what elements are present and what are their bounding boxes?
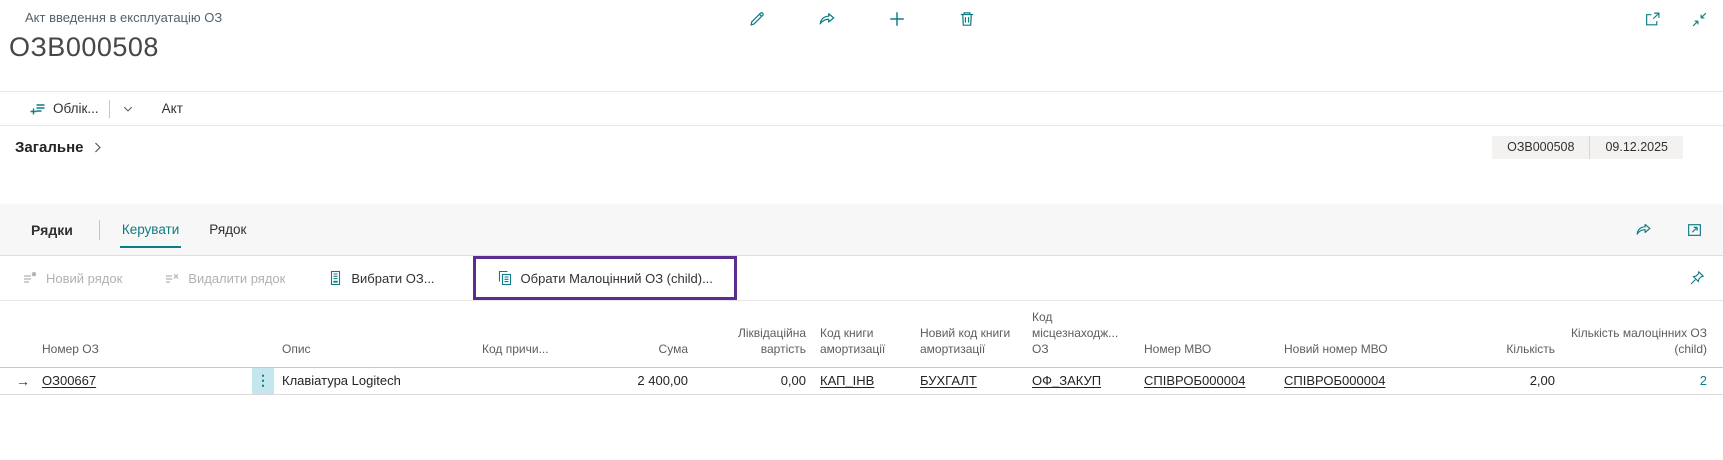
select-asset-action[interactable]: Вибрати ОЗ... xyxy=(321,256,440,300)
lines-caption[interactable]: Рядки xyxy=(25,221,79,239)
location-link[interactable]: ОФ_ЗАКУП xyxy=(1032,373,1101,388)
delete-icon xyxy=(958,10,976,28)
collapse-button[interactable] xyxy=(1689,9,1710,30)
lines-actions-bar: Новий рядок Видалити рядок Вибрати ОЗ...… xyxy=(0,256,1723,301)
expand-part-icon xyxy=(1686,221,1703,238)
col-header-description[interactable]: Опис xyxy=(282,341,482,357)
new-button[interactable] xyxy=(886,8,908,30)
col-header-child-quantity[interactable]: Кількість малоцінних ОЗ (child) xyxy=(1569,325,1707,357)
quantity-cell[interactable]: 2,00 xyxy=(1464,373,1569,388)
doc-no-field[interactable]: ОЗВ000508 xyxy=(1492,136,1589,159)
delete-button[interactable] xyxy=(956,8,978,30)
col-header-reason-code[interactable]: Код причи... xyxy=(482,341,572,357)
chevron-right-icon xyxy=(91,141,104,154)
select-asset-icon xyxy=(327,270,343,286)
post-menu-label: Облік... xyxy=(53,101,99,116)
asset-number-link[interactable]: ОЗ00667 xyxy=(42,373,96,388)
depr-book-link[interactable]: КАП_ІНВ xyxy=(820,373,874,388)
copy-document-icon xyxy=(497,270,513,286)
table-row[interactable]: → ОЗ00667 ⋮ Клавіатура Logitech 2 400,00… xyxy=(0,368,1723,395)
share-icon xyxy=(1635,221,1652,238)
select-asset-label: Вибрати ОЗ... xyxy=(351,271,434,286)
child-quantity-link[interactable]: 2 xyxy=(1700,373,1707,388)
tab-manage[interactable]: Керувати xyxy=(120,216,181,243)
edit-button[interactable] xyxy=(746,8,768,30)
general-label: Загальне xyxy=(15,139,83,156)
window-controls xyxy=(1642,9,1710,30)
delete-line-action[interactable]: Видалити рядок xyxy=(158,256,291,300)
tab-line[interactable]: Рядок xyxy=(207,216,248,243)
new-icon xyxy=(888,10,906,28)
delete-line-label: Видалити рядок xyxy=(188,271,285,286)
chevron-down-icon xyxy=(122,103,134,115)
highlighted-action-frame: Обрати Малоцінний ОЗ (child)... xyxy=(473,256,737,300)
amount-cell[interactable]: 2 400,00 xyxy=(572,373,702,388)
act-menu-button[interactable]: Акт xyxy=(156,97,189,120)
expand-part-button[interactable] xyxy=(1684,219,1705,240)
new-depr-book-link[interactable]: БУХГАЛТ xyxy=(920,373,977,388)
col-header-location[interactable]: Код місцезнаходж... ОЗ xyxy=(1032,309,1144,358)
salvage-value-cell[interactable]: 0,00 xyxy=(702,373,820,388)
new-line-icon xyxy=(22,270,38,286)
col-header-mvo-no[interactable]: Номер МВО xyxy=(1144,341,1284,357)
col-header-amount[interactable]: Сума xyxy=(572,341,702,357)
menu-separator xyxy=(109,100,110,118)
doc-date-field[interactable]: 09.12.2025 xyxy=(1589,136,1683,159)
post-menu-dropdown[interactable] xyxy=(114,99,142,119)
share-icon xyxy=(818,10,836,28)
row-more-options-button[interactable]: ⋮ xyxy=(252,368,274,394)
vertical-ellipsis-icon: ⋮ xyxy=(256,372,270,389)
delete-line-icon xyxy=(164,270,180,286)
col-header-depr-book[interactable]: Код книги амортизації xyxy=(820,325,920,357)
new-line-label: Новий рядок xyxy=(46,271,122,286)
mvo-no-link[interactable]: СПІВРОБ000004 xyxy=(1144,373,1245,388)
tab-separator xyxy=(99,220,100,240)
general-fasttab-header: Загальне ОЗВ000508 09.12.2025 xyxy=(0,126,1723,169)
page-header: Акт введення в експлуатацію ОЗ ОЗВ000508 xyxy=(0,0,1723,92)
general-summary-fields: ОЗВ000508 09.12.2025 xyxy=(1492,136,1683,159)
share-lines-button[interactable] xyxy=(1633,219,1654,240)
share-button[interactable] xyxy=(816,8,838,30)
col-header-new-depr-book[interactable]: Новий код книги амортизації xyxy=(920,325,1032,357)
edit-icon xyxy=(748,10,766,28)
active-row-arrow-icon: → xyxy=(16,373,30,389)
page-title: ОЗВ000508 xyxy=(9,32,1723,63)
lines-part-header: Рядки Керувати Рядок xyxy=(0,204,1723,256)
open-in-window-button[interactable] xyxy=(1642,9,1663,30)
col-header-quantity[interactable]: Кількість xyxy=(1464,341,1569,357)
table-header-row: Номер ОЗ Опис Код причи... Сума Ліквідац… xyxy=(0,301,1723,368)
new-line-action[interactable]: Новий рядок xyxy=(16,256,128,300)
top-toolbar xyxy=(746,8,978,30)
select-child-asset-action[interactable]: Обрати Малоцінний ОЗ (child)... xyxy=(491,269,719,287)
pin-button[interactable] xyxy=(1687,268,1707,288)
col-header-number[interactable]: Номер ОЗ xyxy=(42,341,252,357)
description-cell[interactable]: Клавіатура Logitech xyxy=(282,373,482,388)
post-icon xyxy=(30,101,46,117)
action-menubar: Облік... Акт xyxy=(0,92,1723,126)
open-in-window-icon xyxy=(1644,11,1661,28)
pin-icon xyxy=(1689,270,1705,286)
lines-part: Рядки Керувати Рядок Новий рядок Видалит… xyxy=(0,204,1723,395)
collapse-icon xyxy=(1691,11,1708,28)
col-header-salvage-value[interactable]: Ліквідаційна вартість xyxy=(702,325,820,357)
lines-part-icons xyxy=(1633,219,1705,240)
general-fasttab-toggle[interactable]: Загальне xyxy=(9,138,110,157)
new-mvo-no-link[interactable]: СПІВРОБ000004 xyxy=(1284,373,1385,388)
col-header-new-mvo-no[interactable]: Новий номер МВО xyxy=(1284,341,1464,357)
select-child-asset-label: Обрати Малоцінний ОЗ (child)... xyxy=(521,271,713,286)
post-menu-button[interactable]: Облік... xyxy=(24,97,105,121)
act-menu-label: Акт xyxy=(162,101,183,116)
